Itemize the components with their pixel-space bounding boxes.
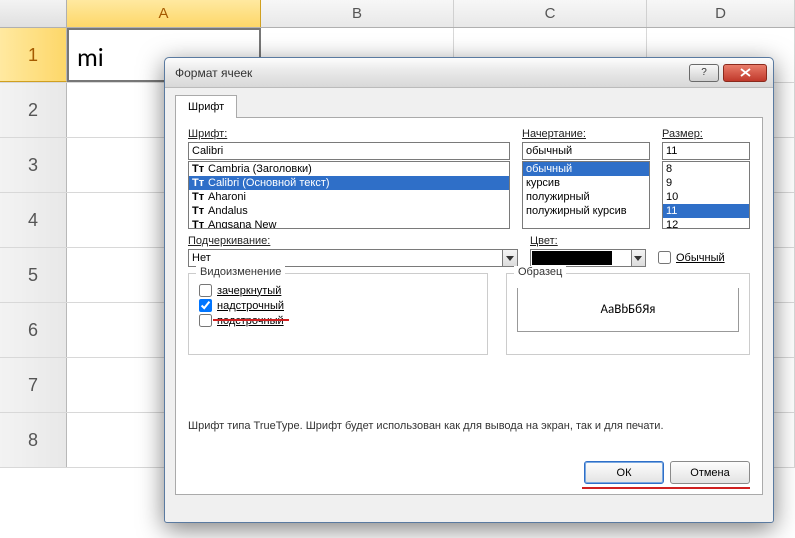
truetype-icon: Tᴛ bbox=[192, 164, 205, 174]
select-all-corner[interactable] bbox=[0, 0, 67, 27]
row-header-7[interactable]: 7 bbox=[0, 358, 67, 412]
tab-font[interactable]: Шрифт bbox=[175, 95, 237, 118]
font-panel: Шрифт: TᴛCambria (Заголовки) TᴛCalibri (… bbox=[175, 117, 763, 495]
svg-text:Tᴛ: Tᴛ bbox=[192, 164, 205, 174]
help-button[interactable]: ? bbox=[689, 64, 719, 82]
svg-text:Tᴛ: Tᴛ bbox=[192, 206, 205, 216]
col-header-C[interactable]: C bbox=[454, 0, 647, 27]
style-option[interactable]: полужирный bbox=[523, 190, 649, 204]
font-input[interactable] bbox=[188, 142, 510, 160]
row-header-6[interactable]: 6 bbox=[0, 303, 67, 357]
style-list[interactable]: обычный курсив полужирный полужирный кур… bbox=[522, 161, 650, 229]
col-header-D[interactable]: D bbox=[647, 0, 795, 27]
style-option[interactable]: курсив bbox=[523, 176, 649, 190]
effects-group: Видоизменение зачеркнутый надстрочный по… bbox=[188, 273, 488, 355]
size-input[interactable] bbox=[662, 142, 750, 160]
normal-font-label: Обычный bbox=[676, 252, 725, 264]
size-list[interactable]: 8 9 10 11 12 14 bbox=[662, 161, 750, 229]
row-header-2[interactable]: 2 bbox=[0, 83, 67, 137]
chevron-down-icon[interactable] bbox=[502, 249, 518, 267]
row-header-1[interactable]: 1 bbox=[0, 28, 67, 82]
row-header-4[interactable]: 4 bbox=[0, 193, 67, 247]
normal-font-checkbox[interactable]: Обычный bbox=[658, 251, 725, 264]
dialog-title: Формат ячеек bbox=[175, 66, 689, 80]
size-option[interactable]: 12 bbox=[663, 218, 749, 229]
sample-preview: АаВbБбЯя bbox=[517, 288, 739, 332]
style-option[interactable]: обычный bbox=[523, 162, 649, 176]
font-option[interactable]: TᴛAharoni bbox=[189, 190, 509, 204]
size-label: Размер: bbox=[662, 128, 750, 140]
style-label: Начертание: bbox=[522, 128, 650, 140]
effects-legend: Видоизменение bbox=[196, 266, 285, 278]
format-cells-dialog: Формат ячеек ? Шрифт Шрифт: TᴛCambria (З… bbox=[164, 57, 774, 523]
size-option[interactable]: 9 bbox=[663, 176, 749, 190]
cancel-button[interactable]: Отмена bbox=[670, 461, 750, 484]
color-combo[interactable] bbox=[530, 249, 646, 267]
size-option[interactable]: 8 bbox=[663, 162, 749, 176]
normal-font-input[interactable] bbox=[658, 251, 671, 264]
strikethrough-checkbox[interactable]: зачеркнутый bbox=[199, 284, 477, 297]
truetype-icon: Tᴛ bbox=[192, 178, 205, 188]
row-header-3[interactable]: 3 bbox=[0, 138, 67, 192]
size-option[interactable]: 10 bbox=[663, 190, 749, 204]
truetype-icon: Tᴛ bbox=[192, 206, 205, 216]
chevron-down-icon[interactable] bbox=[631, 249, 646, 267]
col-header-A[interactable]: A bbox=[67, 0, 261, 27]
row-header-8[interactable]: 8 bbox=[0, 413, 67, 467]
subscript-input[interactable] bbox=[199, 314, 212, 327]
style-option[interactable]: полужирный курсив bbox=[523, 204, 649, 218]
ok-button[interactable]: ОК bbox=[584, 461, 664, 484]
superscript-checkbox[interactable]: надстрочный bbox=[199, 299, 477, 312]
style-input[interactable] bbox=[522, 142, 650, 160]
sample-legend: Образец bbox=[514, 266, 566, 278]
svg-text:Tᴛ: Tᴛ bbox=[192, 192, 205, 202]
color-label: Цвет: bbox=[530, 235, 646, 247]
dialog-titlebar[interactable]: Формат ячеек ? bbox=[165, 58, 773, 88]
sample-group: Образец АаВbБбЯя bbox=[506, 273, 750, 355]
font-option[interactable]: TᴛCalibri (Основной текст) bbox=[189, 176, 509, 190]
annotation-underline bbox=[582, 487, 750, 489]
font-label: Шрифт: bbox=[188, 128, 510, 140]
strikethrough-input[interactable] bbox=[199, 284, 212, 297]
color-swatch bbox=[532, 251, 612, 265]
truetype-note: Шрифт типа TrueType. Шрифт будет использ… bbox=[188, 420, 664, 432]
truetype-icon: Tᴛ bbox=[192, 192, 205, 202]
font-option[interactable]: TᴛCambria (Заголовки) bbox=[189, 162, 509, 176]
row-header-5[interactable]: 5 bbox=[0, 248, 67, 302]
underline-combo[interactable] bbox=[188, 249, 518, 267]
column-headers: A B C D bbox=[0, 0, 795, 28]
close-button[interactable] bbox=[723, 64, 767, 82]
truetype-icon: Tᴛ bbox=[192, 220, 205, 229]
underline-label: Подчеркивание: bbox=[188, 235, 518, 247]
font-option[interactable]: TᴛAndalus bbox=[189, 204, 509, 218]
superscript-input[interactable] bbox=[199, 299, 212, 312]
svg-text:Tᴛ: Tᴛ bbox=[192, 220, 205, 229]
font-list[interactable]: TᴛCambria (Заголовки) TᴛCalibri (Основно… bbox=[188, 161, 510, 229]
size-option[interactable]: 11 bbox=[663, 204, 749, 218]
col-header-B[interactable]: B bbox=[261, 0, 454, 27]
svg-text:Tᴛ: Tᴛ bbox=[192, 178, 205, 188]
underline-input[interactable] bbox=[188, 249, 502, 267]
font-option[interactable]: TᴛAngsana New bbox=[189, 218, 509, 229]
annotation-underline bbox=[213, 319, 289, 321]
